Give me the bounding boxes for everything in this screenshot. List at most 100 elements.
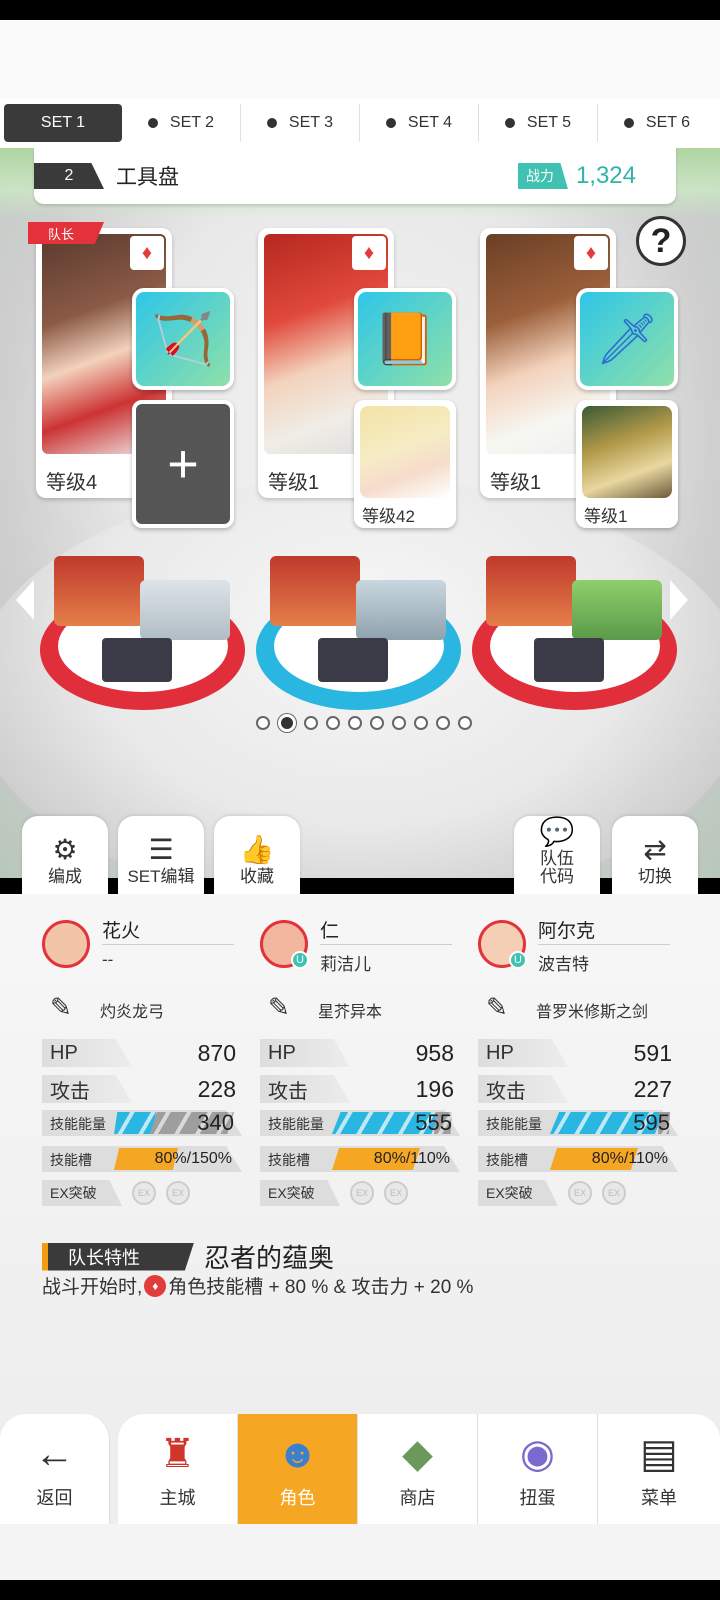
tab-set-6[interactable]: SET 6 <box>598 104 716 142</box>
trait-desc-prefix: 战斗开始时, <box>42 1277 143 1298</box>
tab-set-2[interactable]: SET 2 <box>122 104 241 142</box>
page-dot[interactable] <box>458 716 472 730</box>
swap-arrows-icon: ⇄ <box>643 834 667 866</box>
tab-label: SET 6 <box>645 114 691 131</box>
power-label: 战力 <box>517 163 568 189</box>
member-avatar[interactable] <box>42 920 90 968</box>
platform-block-empty <box>140 580 230 640</box>
page-dot[interactable] <box>256 716 270 730</box>
dot-icon <box>623 118 634 128</box>
back-arrow-icon: ← <box>34 1432 75 1476</box>
favorite-button[interactable]: 👍 收藏 <box>214 816 300 894</box>
divider <box>538 944 670 945</box>
switch-button[interactable]: ⇄ 切换 <box>612 816 698 894</box>
member-weapon-name: 普罗米修斯之剑 <box>536 1004 649 1021</box>
hero-platform-1 <box>40 520 245 710</box>
nav-back[interactable]: ← 返回 <box>0 1414 110 1524</box>
hero-card-1[interactable]: ♦ 等级4 🏹 + <box>36 228 246 558</box>
link-badge-icon: U <box>291 951 309 969</box>
page-dot[interactable] <box>348 716 362 730</box>
character-icon: ☻ <box>276 1432 319 1476</box>
member-sub-hero: -- <box>102 950 114 969</box>
chat-bubble-icon: 💬 <box>539 816 575 848</box>
tab-label: SET 4 <box>407 114 453 131</box>
stat-label: 技能槽 <box>50 1152 92 1168</box>
system-nav-bar <box>0 1580 720 1600</box>
stat-label: 技能能量 <box>268 1116 324 1132</box>
stat-value: 196 <box>415 1075 454 1102</box>
stat-label: 攻击 <box>478 1075 568 1103</box>
sword-weapon-icon[interactable]: 🗡 <box>576 288 678 390</box>
bottom-spacer <box>0 1524 720 1580</box>
nav-shop[interactable]: ◆ 商店 <box>358 1414 478 1524</box>
skill-energy-stat: 技能能量 595 <box>478 1110 678 1136</box>
team-code-button[interactable]: 💬 队伍 代码 <box>514 816 600 894</box>
skill-energy-stat: 技能能量 555 <box>260 1110 460 1136</box>
member-sub-hero: 波吉特 <box>538 955 589 974</box>
skill-slot-stat: 技能槽 80%/110% <box>260 1146 460 1172</box>
tab-set-4[interactable]: SET 4 <box>360 104 479 142</box>
stat-value: 80%/110% <box>591 1150 668 1167</box>
stat-label: HP <box>260 1039 350 1067</box>
leader-trait-description: 战斗开始时, ♦ 角色技能槽 + 80 % & 攻击力 + 20 % <box>42 1272 473 1299</box>
set-edit-label: SET编辑 <box>127 867 195 887</box>
stat-value: 340 <box>197 1110 234 1135</box>
tab-set-3[interactable]: SET 3 <box>241 104 360 142</box>
page-dot[interactable] <box>392 716 406 730</box>
favorite-label: 收藏 <box>240 867 274 887</box>
tab-label: SET 3 <box>288 114 334 131</box>
member-avatar[interactable]: U <box>260 920 309 969</box>
hero-card-3[interactable]: ♦ 等级1 🗡 等级1 <box>480 228 690 558</box>
set-tabs: SET 1 SET 2 SET 3 SET 4 SET 5 SET 6 <box>0 98 720 148</box>
previous-team-arrow-icon[interactable] <box>16 580 34 620</box>
skill-energy-stat: 技能能量 340 <box>42 1110 242 1136</box>
set-edit-button[interactable]: ☰ SET编辑 <box>118 816 204 894</box>
page-dot[interactable] <box>436 716 450 730</box>
weapon-pedestal <box>534 638 604 682</box>
team-code-label: 队伍 代码 <box>540 849 574 887</box>
page-dot[interactable] <box>304 716 318 730</box>
hero-platform-2 <box>256 520 461 710</box>
add-sub-hero-button[interactable]: + <box>132 400 234 528</box>
person-gear-icon: ⚙ <box>52 834 78 866</box>
ex-breakthrough: EX突破 EX EX <box>478 1180 678 1206</box>
leader-tag: 队长 <box>28 222 104 244</box>
stat-label: HP <box>478 1039 568 1067</box>
attack-stat: 攻击 228 <box>42 1074 242 1104</box>
stat-label: EX突破 <box>42 1180 122 1206</box>
page-dot[interactable] <box>370 716 384 730</box>
gacha-orb-icon: ◉ <box>520 1432 555 1476</box>
next-team-arrow-icon[interactable] <box>670 580 688 620</box>
sub-hero-card[interactable]: 等级1 <box>576 400 678 528</box>
tab-label: SET 1 <box>40 114 86 131</box>
stat-label: 技能槽 <box>268 1152 310 1168</box>
sub-hero-portrait <box>360 406 450 498</box>
bow-weapon-icon[interactable]: 🏹 <box>132 288 234 390</box>
switch-label: 切换 <box>638 867 672 887</box>
sub-hero-card[interactable]: 等级42 <box>354 400 456 528</box>
tab-set-1[interactable]: SET 1 <box>4 104 122 142</box>
book-weapon-icon[interactable]: 📙 <box>354 288 456 390</box>
page-dot[interactable] <box>326 716 340 730</box>
page-dot[interactable] <box>278 714 296 732</box>
hero-card-2[interactable]: ♦ 等级1 📙 等级42 <box>258 228 468 558</box>
formation-button[interactable]: ⚙ 编成 <box>22 816 108 894</box>
team-number: 2 <box>34 163 104 189</box>
page-dot[interactable] <box>414 716 428 730</box>
nav-character[interactable]: ☻ 角色 <box>238 1414 358 1524</box>
hero-platform-3 <box>472 520 677 710</box>
tab-set-5[interactable]: SET 5 <box>479 104 598 142</box>
nav-gacha[interactable]: ◉ 扭蛋 <box>478 1414 598 1524</box>
stat-value: 80%/150% <box>154 1150 232 1167</box>
skill-energy-bar <box>114 1112 156 1134</box>
team-header[interactable]: 2 工具盘 战力 1,324 <box>34 148 676 204</box>
weapon-type-icon: ✎ <box>50 992 72 1022</box>
nav-menu[interactable]: ▤ 菜单 <box>598 1414 720 1524</box>
bottom-nav: ← 返回 ♜ 主城 ☻ 角色 ◆ 商店 ◉ 扭蛋 ▤ 菜单 <box>0 1414 720 1524</box>
member-avatar[interactable]: U <box>478 920 527 969</box>
stat-label: 技能能量 <box>486 1116 542 1132</box>
tab-label: SET 5 <box>526 114 572 131</box>
dot-icon <box>504 118 515 128</box>
member-sub-hero: 莉洁儿 <box>320 955 371 974</box>
nav-main-city[interactable]: ♜ 主城 <box>118 1414 238 1524</box>
